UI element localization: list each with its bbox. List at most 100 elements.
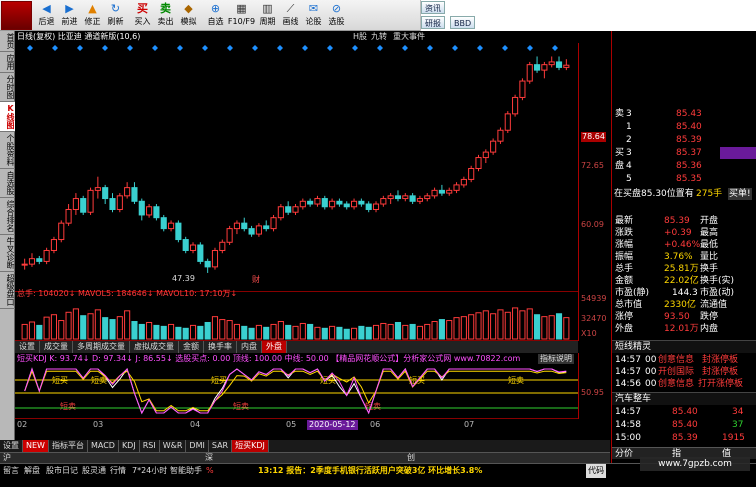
status-assistant[interactable]: 智能助手 <box>170 464 202 478</box>
volume-bar <box>204 321 211 340</box>
news-item[interactable]: 14:56 00 创意信息 打开涨停板 <box>612 378 756 390</box>
volume-bar <box>460 316 467 340</box>
status-analysis[interactable]: 解盘 <box>24 464 40 478</box>
tab-kdj[interactable]: KDJ <box>119 440 140 452</box>
volume-bar <box>189 324 197 340</box>
code-search-box[interactable]: 代码 <box>586 464 606 478</box>
volume-bar <box>358 325 365 340</box>
candle-body <box>102 187 109 200</box>
sidebar-tab-kline[interactable]: K线图 <box>0 102 15 132</box>
news-ticker[interactable]: 13:12 报告：2季度手机银行活跃用户突破3亿 环比增长3.8% <box>258 464 482 478</box>
discuss-button[interactable]: ✉ 论股 <box>302 1 325 30</box>
left-sidebar: 首页 应用 分时图 K线图 个股资料 自选股 综合排名 牛叉诊断 超级盘口 <box>0 31 15 463</box>
draw-line-button[interactable]: ⟋ 画线 <box>279 1 302 30</box>
buy-button[interactable]: 买买入 <box>131 1 154 30</box>
candle-body <box>50 239 58 251</box>
favorites-button[interactable]: ⊕ 自选 <box>204 1 227 30</box>
event-diamond-icon <box>552 45 558 51</box>
tab-dmi[interactable]: DMI <box>186 440 209 452</box>
volume-bar <box>285 324 292 340</box>
volume-bar <box>109 319 116 340</box>
news-item[interactable]: 14:57 00 创意信息 封涨停板 <box>612 354 756 366</box>
tab-rsi[interactable]: RSI <box>140 440 160 452</box>
news-item[interactable]: 14:57 00 开创国际 封涨停板 <box>612 366 756 378</box>
status-24h[interactable]: 7*24小时 <box>132 464 167 478</box>
research-button[interactable]: 研报 <box>421 16 445 29</box>
forward-button[interactable]: ▶ 前进 <box>58 1 81 30</box>
candle-body <box>446 189 453 194</box>
candle-body <box>197 244 204 262</box>
main-toolbar: ◀ 后退 ▶ 前进 ▲ 修正 ↻ 刷新 买买入 卖卖出 ◆ 模拟 ⊕ 自选 ▦ F10/F9 … <box>0 0 756 31</box>
event-diamond-icon <box>127 45 133 51</box>
tab-short-buy-kdj[interactable]: 短买KDJ <box>232 440 269 452</box>
simulate-button[interactable]: ◆ 模拟 <box>177 1 200 30</box>
status-stock-link[interactable]: 股灵通 <box>82 464 106 478</box>
sector-title[interactable]: 汽车整车 <box>612 392 756 405</box>
candle-body <box>36 258 43 262</box>
new-badge[interactable]: NEW <box>23 440 49 452</box>
sell-icon: 卖 <box>160 2 171 15</box>
order-volume-bar <box>720 147 756 159</box>
tab-macd[interactable]: MACD <box>88 440 119 452</box>
quote-row: 涨跌 +0.39 最高 <box>615 228 719 238</box>
sidebar-tab-home[interactable]: 首页 <box>0 31 15 52</box>
index-sz[interactable]: 深 <box>205 453 213 463</box>
news-button[interactable]: 资讯 <box>421 1 445 14</box>
sidebar-tab-superboard[interactable]: 超级盘口 <box>0 272 15 309</box>
candle-body <box>43 249 50 262</box>
back-button[interactable]: ◀ 后退 <box>35 1 58 30</box>
event-diamond-icon <box>277 45 283 51</box>
candle-body <box>504 113 511 131</box>
volume-bar <box>80 315 87 340</box>
sidebar-tab-timeshare[interactable]: 分时图 <box>0 73 15 102</box>
event-diamond-icon <box>502 45 508 51</box>
candle-body <box>402 195 409 200</box>
candle-body <box>167 222 175 230</box>
fix-button[interactable]: ▲ 修正 <box>81 1 104 30</box>
index-cy[interactable]: 创 <box>407 453 415 463</box>
sidebar-tab-diagnosis[interactable]: 牛叉诊断 <box>0 235 15 272</box>
status-message[interactable]: 留言 <box>3 464 19 478</box>
tab-settings-bottom[interactable]: 设置 <box>0 440 23 452</box>
candle-body <box>87 189 94 213</box>
status-diary[interactable]: 股市日记 <box>46 464 78 478</box>
candle-body <box>350 200 358 208</box>
tab-price-dist[interactable]: 分价 <box>615 448 633 460</box>
period-button[interactable]: ▥ 周期 <box>256 1 279 30</box>
sell-button[interactable]: 卖卖出 <box>154 1 177 30</box>
candle-body <box>548 61 555 66</box>
bbd-button[interactable]: BBD <box>450 16 476 29</box>
kline-chart-area[interactable]: 日线(复权) 比亚迪 通道新版(10,6) H股 九转 重大事件 78.64 7… <box>15 31 610 463</box>
tab-wr[interactable]: W&R <box>160 440 187 452</box>
quote-row: 总市值 2330亿 流通值 <box>615 300 728 310</box>
candle-body <box>460 178 467 186</box>
up-arrow-icon: ▲ <box>88 2 97 15</box>
sidebar-tab-apps[interactable]: 应用 <box>0 52 15 73</box>
volume-bar <box>167 323 175 340</box>
f10-button[interactable]: ▦ F10/F9 <box>227 1 256 30</box>
stock-select-button[interactable]: ⊘ 选股 <box>325 1 348 30</box>
volume-bar <box>87 313 94 340</box>
candle-body <box>329 200 336 208</box>
refresh-button[interactable]: ↻ 刷新 <box>104 1 127 30</box>
index-sh[interactable]: 沪 <box>3 453 11 463</box>
volume-bar <box>314 326 321 340</box>
candle-body <box>409 195 416 202</box>
tab-indicator-platform[interactable]: 指标平台 <box>49 440 88 452</box>
volume-bar <box>102 317 109 340</box>
event-diamond-icon <box>477 45 483 51</box>
volume-bar <box>36 324 43 340</box>
sidebar-tab-watchlist[interactable]: 自选股 <box>0 169 15 198</box>
tab-sar[interactable]: SAR <box>209 440 233 452</box>
candle-body <box>380 198 387 205</box>
news-section-title[interactable]: 短线精灵 <box>612 340 756 353</box>
volume-bar <box>475 312 482 340</box>
volume-bar <box>131 321 138 340</box>
sidebar-tab-ranking[interactable]: 综合排名 <box>0 198 15 235</box>
buy-icon: 买 <box>137 2 148 15</box>
volume-bar <box>490 313 497 340</box>
sidebar-tab-profile[interactable]: 个股资料 <box>0 132 15 169</box>
volume-bar <box>563 317 570 340</box>
status-quotes[interactable]: 行情 <box>110 464 126 478</box>
volume-bar <box>116 316 123 340</box>
